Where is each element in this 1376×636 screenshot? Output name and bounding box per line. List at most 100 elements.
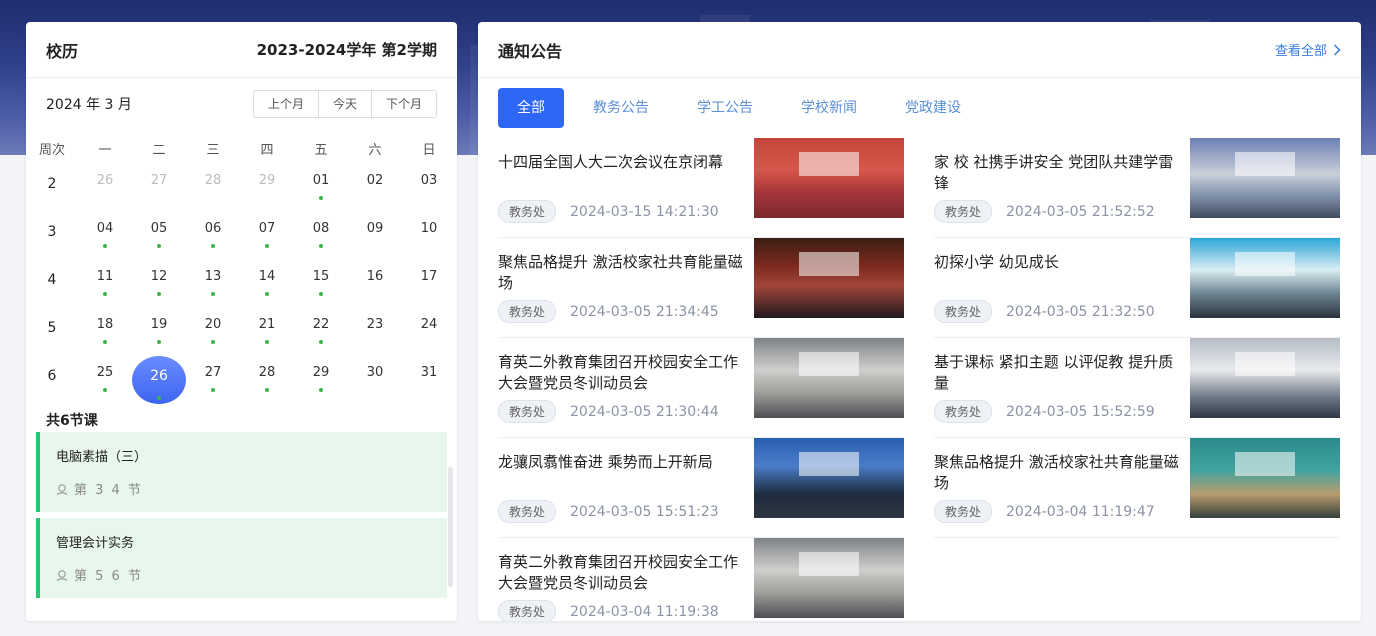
news-headline[interactable]: 育英二外教育集团召开校园安全工作大会暨党员冬训动员会 [498, 552, 744, 596]
calendar-day[interactable]: 13 [186, 262, 240, 310]
news-item[interactable]: 龙骧凤翥惟奋进 乘势而上开新局 教务处 2024-03-05 15:51:23 [498, 438, 904, 538]
news-tag: 教务处 [934, 400, 993, 423]
calendar-day[interactable]: 29 [240, 166, 294, 214]
news-date: 2024-03-05 15:52:59 [1006, 403, 1155, 420]
calendar-day[interactable]: 27 [132, 166, 186, 214]
calendar-day[interactable]: 05 [132, 214, 186, 262]
news-thumbnail[interactable] [754, 538, 904, 618]
calendar-day-number: 31 [420, 365, 438, 380]
news-item[interactable]: 基于课标 紧扣主题 以评促教 提升质量教务处 2024-03-05 15:52:5… [934, 338, 1340, 438]
calendar-day[interactable]: 10 [402, 214, 456, 262]
course-name: 管理会计实务 [56, 536, 135, 551]
news-thumbnail[interactable] [1190, 338, 1340, 418]
news-item[interactable]: 初探小学 幼见成长 教务处 2024-03-05 21:32:50 [934, 238, 1340, 338]
calendar-day[interactable]: 14 [240, 262, 294, 310]
news-thumbnail[interactable] [754, 138, 904, 218]
calendar-day[interactable]: 06 [186, 214, 240, 262]
news-item[interactable]: 育英二外教育集团召开校园安全工作大会暨党员冬训动员会 教务处 2024-03-05 … [498, 338, 904, 438]
notice-tab[interactable]: 全部 [498, 88, 564, 128]
news-item[interactable]: 十四届全国人大二次会议在京闭幕教务处 2024-03-15 14:21:30 [498, 138, 904, 238]
calendar-day-number: 07 [258, 221, 276, 236]
notice-title: 通知公告 [498, 41, 563, 61]
calendar-day[interactable]: 12 [132, 262, 186, 310]
notice-tab[interactable]: 学工公告 [678, 88, 772, 128]
calendar-day[interactable]: 25 [78, 358, 132, 406]
location-icon [56, 483, 68, 495]
news-item[interactable]: 家 校 社携手讲安全 党团队共建学雷锋 教务处 2024-03-05 21:52:5… [934, 138, 1340, 238]
calendar-day[interactable]: 28 [186, 166, 240, 214]
news-headline[interactable]: 十四届全国人大二次会议在京闭幕 [498, 152, 744, 196]
prev-month-button[interactable]: 上个月 [254, 91, 319, 117]
news-headline[interactable]: 家 校 社携手讲安全 党团队共建学雷锋 [934, 152, 1180, 196]
news-item[interactable]: 聚焦品格提升 激活校家社共育能量磁场 教务处 2024-03-04 11:19:47 [934, 438, 1340, 538]
view-all-link[interactable]: 查看全部 [1275, 40, 1341, 59]
news-meta: 教务处 2024-03-15 14:21:30 [498, 200, 744, 223]
calendar-day[interactable]: 26 [78, 166, 132, 214]
calendar-day[interactable]: 27 [186, 358, 240, 406]
calendar-day[interactable]: 23 [348, 310, 402, 358]
news-thumbnail[interactable] [754, 338, 904, 418]
calendar-day[interactable]: 24 [402, 310, 456, 358]
calendar-day-number: 23 [366, 317, 384, 332]
news-thumbnail[interactable] [1190, 138, 1340, 218]
calendar-day-selected[interactable]: 26 [132, 356, 186, 406]
calendar-day[interactable]: 21 [240, 310, 294, 358]
course-list-scrollbar[interactable] [448, 467, 453, 587]
has-class-dot [157, 396, 161, 400]
notice-tab[interactable]: 教务公告 [574, 88, 668, 128]
calendar-day[interactable]: 30 [348, 358, 402, 406]
news-date: 2024-03-04 11:19:47 [1006, 503, 1155, 520]
news-date: 2024-03-15 14:21:30 [570, 203, 719, 220]
calendar-day[interactable]: 01 [294, 166, 348, 214]
calendar-day[interactable]: 18 [78, 310, 132, 358]
news-headline[interactable]: 初探小学 幼见成长 [934, 252, 1180, 296]
calendar-day-number: 09 [366, 221, 384, 236]
calendar-day[interactable]: 22 [294, 310, 348, 358]
news-headline[interactable]: 龙骧凤翥惟奋进 乘势而上开新局 [498, 452, 744, 496]
calendar-day[interactable]: 15 [294, 262, 348, 310]
calendar-day[interactable]: 08 [294, 214, 348, 262]
calendar-week-row: 5 18 19 20 21 22 23 24 [26, 310, 457, 358]
calendar-day[interactable]: 19 [132, 310, 186, 358]
calendar-day[interactable]: 11 [78, 262, 132, 310]
calendar-day[interactable]: 28 [240, 358, 294, 406]
today-button[interactable]: 今天 [319, 91, 372, 117]
news-headline[interactable]: 聚焦品格提升 激活校家社共育能量磁场 [498, 252, 744, 296]
calendar-day[interactable]: 20 [186, 310, 240, 358]
has-class-dot [319, 340, 323, 344]
news-thumbnail[interactable] [754, 238, 904, 318]
calendar-day[interactable]: 09 [348, 214, 402, 262]
course-section: 第 5 6 节 [56, 565, 431, 584]
calendar-day-number: 26 [96, 173, 114, 188]
calendar-day[interactable]: 17 [402, 262, 456, 310]
news-headline[interactable]: 基于课标 紧扣主题 以评促教 提升质量 [934, 352, 1180, 396]
calendar-day[interactable]: 16 [348, 262, 402, 310]
calendar-day[interactable]: 31 [402, 358, 456, 406]
news-date: 2024-03-05 21:34:45 [570, 303, 719, 320]
news-thumbnail[interactable] [754, 438, 904, 518]
calendar-month: 2024 年 3 月 [46, 97, 132, 113]
has-class-dot [157, 292, 161, 296]
news-thumbnail[interactable] [1190, 438, 1340, 518]
has-class-dot [211, 340, 215, 344]
news-item[interactable]: 聚焦品格提升 激活校家社共育能量磁场 教务处 2024-03-05 21:34:45 [498, 238, 904, 338]
calendar-day[interactable]: 29 [294, 358, 348, 406]
news-text: 龙骧凤翥惟奋进 乘势而上开新局 教务处 2024-03-05 15:51:23 [498, 438, 754, 537]
news-text: 初探小学 幼见成长 教务处 2024-03-05 21:32:50 [934, 238, 1190, 337]
calendar-day[interactable]: 02 [348, 166, 402, 214]
news-headline[interactable]: 聚焦品格提升 激活校家社共育能量磁场 [934, 452, 1180, 496]
notice-tab[interactable]: 学校新闻 [782, 88, 876, 128]
calendar-day[interactable]: 07 [240, 214, 294, 262]
calendar-day[interactable]: 03 [402, 166, 456, 214]
news-item[interactable]: 育英二外教育集团召开校园安全工作大会暨党员冬训动员会 教务处 2024-03-04 … [498, 538, 904, 621]
course-item[interactable]: 管理会计实务第 5 6 节 [36, 518, 447, 598]
notice-tab[interactable]: 党政建设 [886, 88, 980, 128]
calendar-day-number: 27 [150, 173, 168, 188]
course-item[interactable]: 电脑素描（三） 第 3 4 节 [36, 432, 447, 512]
news-thumbnail[interactable] [1190, 238, 1340, 318]
next-month-button[interactable]: 下个月 [372, 91, 436, 117]
calendar-day-number: 24 [420, 317, 438, 332]
calendar-day-number: 06 [204, 221, 222, 236]
news-headline[interactable]: 育英二外教育集团召开校园安全工作大会暨党员冬训动员会 [498, 352, 744, 396]
calendar-day[interactable]: 04 [78, 214, 132, 262]
